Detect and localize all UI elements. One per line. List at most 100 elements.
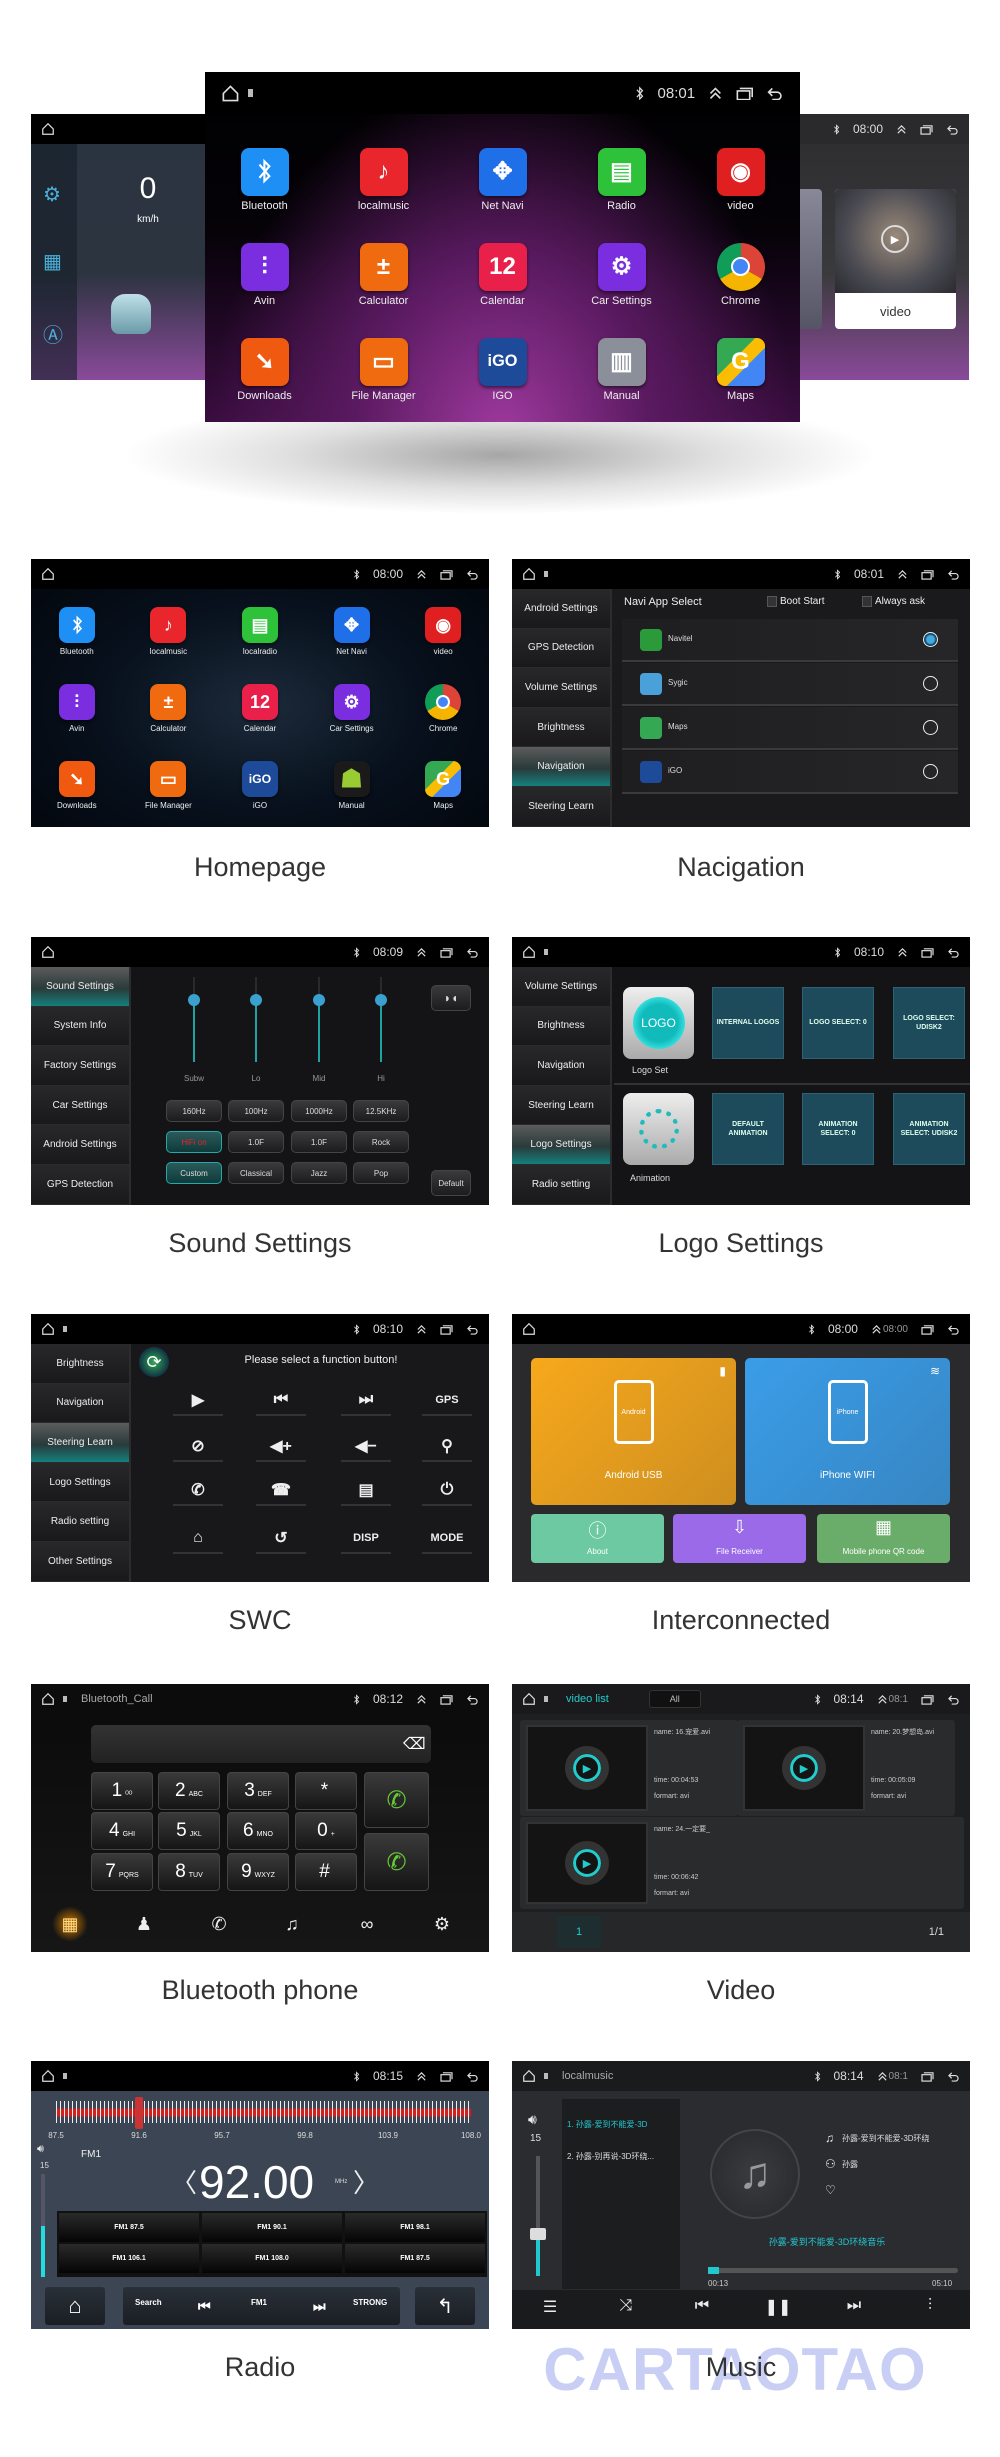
mute-icon[interactable]: ⊘ <box>173 1432 223 1462</box>
home-icon[interactable] <box>41 945 55 959</box>
app-video[interactable]: ◉ video <box>397 593 489 670</box>
volume-up-icon[interactable]: ◀+ <box>256 1432 306 1462</box>
recent-apps-icon[interactable] <box>921 1694 934 1705</box>
home-icon[interactable] <box>41 567 55 581</box>
sidebar-item-sound-settings[interactable]: Sound Settings <box>31 967 129 1007</box>
sound-button-160hz[interactable]: 160Hz <box>166 1100 222 1122</box>
apps-grid-icon[interactable]: ▦ <box>43 249 62 274</box>
sound-button-12-5khz[interactable]: 12.5KHz <box>353 1100 409 1122</box>
app-net-navi[interactable]: ✥ Net Navi <box>443 132 562 227</box>
app-file-manager[interactable]: ▭ File Manager <box>123 747 215 824</box>
call-button[interactable]: ✆ <box>364 1772 429 1828</box>
sidebar-item-navigation[interactable]: Navigation <box>512 747 610 787</box>
next-station-chevron[interactable]: 〉 <box>353 2163 379 2200</box>
dial-key[interactable]: 1 ᴼᴼ <box>91 1772 153 1810</box>
back-icon[interactable] <box>466 2071 479 2082</box>
app-video[interactable]: ◉ video <box>681 132 800 227</box>
app-chrome[interactable]: Chrome <box>681 227 800 322</box>
eq-slider-knob[interactable] <box>375 993 387 1006</box>
back-icon[interactable] <box>466 569 479 580</box>
dial-key[interactable]: 6 MNO <box>227 1812 289 1850</box>
logo-option-tile[interactable]: LOGO SELECT: UDISK2 <box>893 987 965 1059</box>
app-downloads[interactable]: ➘ Downloads <box>205 322 324 417</box>
sidebar-item-volume-settings[interactable]: Volume Settings <box>512 967 610 1007</box>
recent-apps-icon[interactable] <box>921 1324 934 1335</box>
sidebar-item-brightness[interactable]: Brightness <box>512 707 610 748</box>
sound-button-custom[interactable]: Custom <box>166 1162 222 1184</box>
call-log-icon[interactable]: ✆ <box>201 1906 237 1942</box>
dial-key[interactable]: 9 WXYZ <box>227 1853 289 1891</box>
app-radio[interactable]: ▤ Radio <box>562 132 681 227</box>
navi-app-row[interactable]: Sygic <box>622 663 958 706</box>
back-icon[interactable]: ↺ <box>256 1524 306 1554</box>
expand-icon[interactable] <box>897 569 908 580</box>
recent-apps-icon[interactable] <box>440 2071 453 2082</box>
recent-apps-icon[interactable] <box>440 569 453 580</box>
app-localmusic[interactable]: ♪ localmusic <box>324 132 443 227</box>
preset-button[interactable]: FM1 106.1 <box>59 2244 199 2273</box>
strong-button[interactable]: STRONG <box>353 2298 387 2307</box>
app-manual[interactable]: ▥ Manual <box>562 322 681 417</box>
expand-icon[interactable] <box>877 2071 888 2082</box>
home-icon[interactable] <box>522 1322 536 1336</box>
sound-button-jazz[interactable]: Jazz <box>291 1162 347 1184</box>
sound-button-classical[interactable]: Classical <box>228 1162 284 1184</box>
back-icon[interactable] <box>947 947 960 958</box>
radio-icon[interactable]: ▤ <box>341 1476 391 1506</box>
expand-icon[interactable] <box>416 569 427 580</box>
expand-icon[interactable] <box>416 1694 427 1705</box>
home-icon[interactable]: ⌂ <box>173 1524 223 1554</box>
sidebar-item-gps-detection[interactable]: GPS Detection <box>31 1164 129 1205</box>
android-tile[interactable]: Android ▮ Android USB <box>531 1358 736 1505</box>
animation-option-tile[interactable]: ANIMATION SELECT: UDISK2 <box>893 1093 965 1165</box>
app-maps[interactable]: G Maps <box>397 747 489 824</box>
home-button[interactable]: ⌂ <box>45 2287 105 2325</box>
settings-icon[interactable]: ⚙ <box>424 1906 460 1942</box>
video-card[interactable]: ▶ video <box>835 189 956 329</box>
app-igo[interactable]: iGO iGO <box>214 747 306 824</box>
sidebar-item-gps-detection[interactable]: GPS Detection <box>512 628 610 669</box>
expand-icon[interactable] <box>896 124 907 135</box>
back-icon[interactable] <box>947 569 960 580</box>
preset-button[interactable]: FM1 87.5 <box>59 2213 199 2242</box>
band-button[interactable]: FM1 <box>251 2298 267 2307</box>
tab-all[interactable]: All <box>648 1690 701 1708</box>
home-icon[interactable] <box>522 1692 536 1706</box>
eq-slider-knob[interactable] <box>250 993 262 1006</box>
function-disp-button[interactable]: DISP <box>341 1524 391 1554</box>
always-ask-checkbox[interactable] <box>862 596 872 607</box>
video-thumbnail[interactable]: ▶ <box>743 1725 865 1811</box>
function-mode-button[interactable]: MODE <box>422 1524 472 1554</box>
recent-apps-icon[interactable] <box>921 569 934 580</box>
app-calendar[interactable]: 12 Calendar <box>443 227 562 322</box>
volume-slider-knob[interactable] <box>530 2228 546 2240</box>
logo-option-tile[interactable]: INTERNAL LOGOS <box>712 987 784 1059</box>
app-car-settings[interactable]: ⚙ Car Settings <box>562 227 681 322</box>
animation-tile[interactable] <box>623 1093 694 1165</box>
app-calendar[interactable]: 12 Calendar <box>214 670 306 747</box>
playlist-icon[interactable]: ☰ <box>532 2297 568 2317</box>
navi-app-row[interactable]: Navitel <box>622 619 958 662</box>
app-localradio[interactable]: ▤ localradio <box>214 593 306 670</box>
progress-bar[interactable] <box>708 2268 958 2273</box>
expand-icon[interactable] <box>897 947 908 958</box>
app-calculator[interactable]: ± Calculator <box>324 227 443 322</box>
back-icon[interactable] <box>947 1324 960 1335</box>
sound-button-1000hz[interactable]: 1000Hz <box>291 1100 347 1122</box>
back-icon[interactable] <box>466 947 479 958</box>
home-icon[interactable] <box>41 1692 55 1706</box>
preset-button[interactable]: FM1 98.1 <box>345 2213 485 2242</box>
recent-apps-icon[interactable] <box>440 1324 453 1335</box>
dial-key[interactable]: 7 PQRS <box>91 1853 153 1891</box>
sidebar-item-logo-settings[interactable]: Logo Settings <box>31 1462 129 1503</box>
favorite-icon[interactable]: ♡ <box>825 2183 836 2197</box>
navi-app-row[interactable]: Maps <box>622 707 958 750</box>
preset-button[interactable]: FM1 87.5 <box>345 2244 485 2273</box>
dial-key[interactable]: * <box>295 1772 357 1810</box>
sidebar-item-steering-learn[interactable]: Steering Learn <box>512 1085 610 1126</box>
backspace-icon[interactable]: ⌫ <box>403 1734 426 1754</box>
back-icon[interactable] <box>946 124 959 135</box>
recent-apps-icon[interactable] <box>440 947 453 958</box>
app-chrome[interactable]: Chrome <box>397 670 489 747</box>
animation-option-tile[interactable]: DEFAULT ANIMATION <box>712 1093 784 1165</box>
